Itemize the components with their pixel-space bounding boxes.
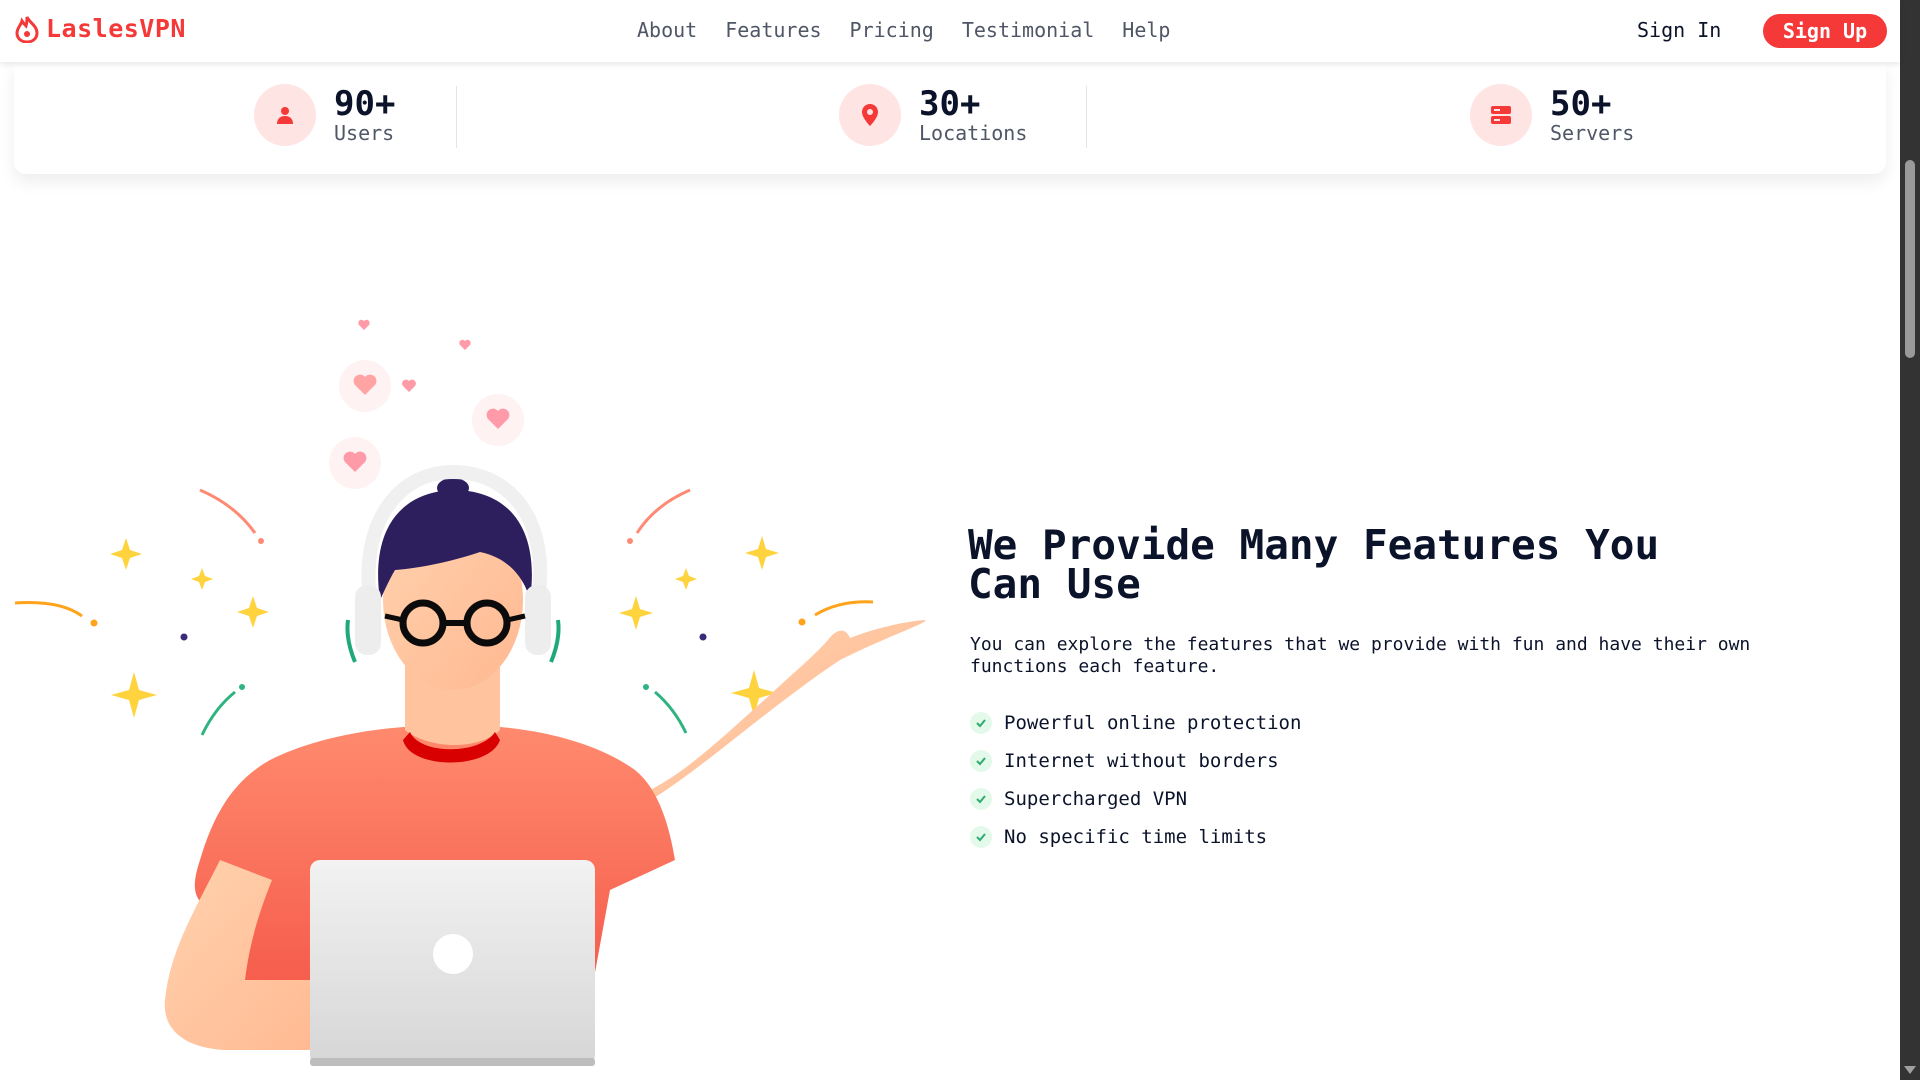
sign-up-button[interactable]: Sign Up — [1763, 14, 1887, 48]
nav-testimonial[interactable]: Testimonial — [962, 18, 1094, 42]
feature-text: Supercharged VPN — [1004, 788, 1188, 810]
sign-in-link[interactable]: Sign In — [1637, 18, 1721, 42]
feature-text: No specific time limits — [1004, 826, 1268, 848]
heart-icons — [329, 319, 524, 489]
features-list: Powerful online protection Internet with… — [970, 704, 1301, 856]
features-title: We Provide Many Features You Can Use — [968, 521, 1660, 608]
stat-label: Servers — [1550, 121, 1635, 145]
check-icon — [970, 712, 992, 734]
check-icon — [970, 750, 992, 772]
raised-arm — [610, 620, 926, 820]
list-item: No specific time limits — [970, 818, 1301, 856]
logo[interactable]: LaslesVPN — [14, 14, 186, 43]
stat-value: 90+ — [334, 84, 396, 124]
check-icon — [970, 788, 992, 810]
scroll-down-arrow-icon[interactable] — [1904, 1066, 1916, 1074]
person-with-laptop-illustration — [14, 319, 926, 1066]
server-icon — [1470, 84, 1532, 146]
user-icon — [254, 84, 316, 146]
stat-users: 90+ Users — [254, 84, 395, 146]
list-item: Internet without borders — [970, 742, 1301, 780]
location-pin-icon — [839, 84, 901, 146]
stats-card: 90+ Users 30+ Locations 50+ Servers — [14, 62, 1886, 174]
logo-icon — [15, 15, 39, 43]
stat-value: 30+ — [919, 84, 981, 124]
stat-value: 50+ — [1550, 84, 1612, 124]
check-icon — [970, 826, 992, 848]
logo-text: LaslesVPN — [46, 14, 186, 43]
laptop — [310, 860, 595, 1066]
stat-locations: 30+ Locations — [839, 84, 1027, 146]
site-header: LaslesVPN About Features Pricing Testimo… — [0, 0, 1900, 62]
features-description: You can explore the features that we pro… — [970, 634, 1751, 677]
main-nav: About Features Pricing Testimonial Help — [637, 18, 1170, 42]
nav-help[interactable]: Help — [1122, 18, 1170, 42]
stat-divider — [456, 86, 457, 148]
feature-text: Internet without borders — [1004, 750, 1279, 772]
list-item: Powerful online protection — [970, 704, 1301, 742]
nav-pricing[interactable]: Pricing — [850, 18, 934, 42]
feature-text: Powerful online protection — [1004, 712, 1302, 734]
stat-label: Users — [334, 121, 395, 145]
stat-servers: 50+ Servers — [1470, 84, 1634, 146]
stat-divider — [1086, 86, 1087, 148]
scrollbar-thumb[interactable] — [1905, 160, 1915, 358]
nav-about[interactable]: About — [637, 18, 697, 42]
nav-features[interactable]: Features — [725, 18, 821, 42]
list-item: Supercharged VPN — [970, 780, 1301, 818]
stat-label: Locations — [919, 121, 1028, 145]
vertical-scrollbar[interactable] — [1900, 0, 1920, 1080]
